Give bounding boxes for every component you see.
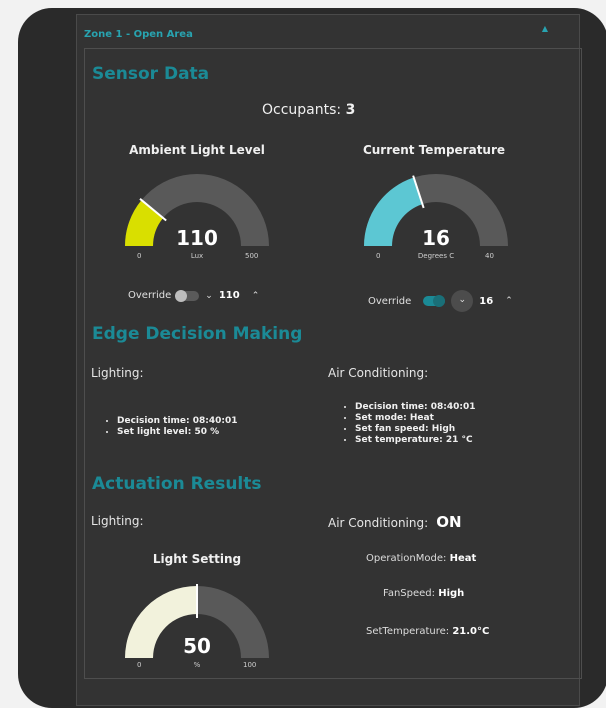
temperature-min: 0 — [376, 252, 381, 260]
operation-mode-label: OperationMode: — [366, 553, 447, 564]
edge-ac-label: Air Conditioning: — [328, 366, 429, 380]
set-temperature-value: 21.0°C — [452, 626, 490, 637]
actuation-lighting-label: Lighting: — [91, 514, 144, 528]
fan-speed-row: FanSpeed: High — [383, 588, 464, 599]
occupants-value: 3 — [345, 102, 356, 118]
list-item: Set mode: Heat — [355, 413, 476, 424]
chevron-down-icon[interactable]: ⌄ — [205, 291, 213, 301]
temp-override-label: Override — [368, 295, 412, 307]
light-override-value[interactable]: 110 — [219, 290, 240, 301]
occupants-label: Occupants: — [262, 102, 342, 118]
temperature-title: Current Temperature — [362, 143, 506, 157]
chevron-down-icon[interactable]: ⌄ — [451, 290, 474, 312]
light-override-label: Override — [128, 290, 172, 301]
set-temperature-row: SetTemperature: 21.0°C — [366, 626, 489, 637]
temp-override-value[interactable]: 16 — [479, 296, 493, 307]
set-temperature-label: SetTemperature: — [366, 626, 450, 637]
list-item: Set light level: 50 % — [117, 427, 238, 438]
edge-lighting-label: Lighting: — [91, 366, 144, 380]
toggle-knob-icon — [175, 289, 188, 302]
chevron-up-icon[interactable]: ⌃ — [505, 296, 513, 306]
ac-state-value: ON — [436, 513, 462, 531]
temp-override: Override ⌄ 16 ⌃ — [368, 290, 513, 312]
fan-speed-value: High — [438, 588, 465, 599]
edge-decision-heading: Edge Decision Making — [92, 324, 303, 344]
zone-header[interactable]: Zone 1 - Open Area ▲ — [84, 22, 554, 42]
actuation-ac-label: Air Conditioning: — [328, 516, 429, 530]
light-override: Override ⌄ 110 ⌃ — [128, 289, 260, 302]
light-setting-min: 0 — [137, 661, 142, 669]
light-setting-unit: % — [193, 661, 201, 669]
ambient-light-title: Ambient Light Level — [129, 143, 265, 157]
sensor-data-heading: Sensor Data — [92, 64, 210, 84]
operation-mode-value: Heat — [449, 553, 477, 564]
fan-speed-label: FanSpeed: — [383, 588, 436, 599]
temperature-unit: Degrees C — [417, 252, 455, 260]
ambient-light-unit: Lux — [190, 252, 204, 260]
edge-ac-list: Decision time: 08:40:01 Set mode: Heat S… — [341, 402, 476, 446]
light-setting-value: 50 — [183, 634, 211, 658]
chevron-up-icon[interactable]: ⌃ — [252, 291, 260, 301]
list-item: Set temperature: 21 °C — [355, 435, 476, 446]
caret-up-icon[interactable]: ▲ — [542, 24, 548, 33]
ambient-light-min: 0 — [137, 252, 142, 260]
operation-mode-row: OperationMode: Heat — [366, 553, 476, 564]
edge-lighting-list: Decision time: 08:40:01 Set light level:… — [103, 416, 238, 438]
temperature-value: 16 — [422, 226, 450, 250]
light-setting-max: 100 — [243, 661, 257, 669]
ambient-light-value: 110 — [176, 226, 218, 250]
list-item: Decision time: 08:40:01 — [117, 416, 238, 427]
list-item: Decision time: 08:40:01 — [355, 402, 476, 413]
actuation-heading: Actuation Results — [92, 474, 262, 494]
ambient-light-max: 500 — [245, 252, 259, 260]
actuation-ac-readout: Air Conditioning: ON — [328, 512, 462, 531]
temp-override-toggle[interactable] — [423, 295, 446, 307]
light-override-toggle[interactable] — [175, 289, 200, 302]
occupants-readout: Occupants: 3 — [262, 102, 355, 118]
temperature-max: 40 — [485, 252, 494, 260]
light-setting-title: Light Setting — [152, 552, 242, 566]
list-item: Set fan speed: High — [355, 424, 476, 435]
toggle-knob-icon — [433, 295, 446, 307]
zone-title: Zone 1 - Open Area — [84, 29, 193, 40]
